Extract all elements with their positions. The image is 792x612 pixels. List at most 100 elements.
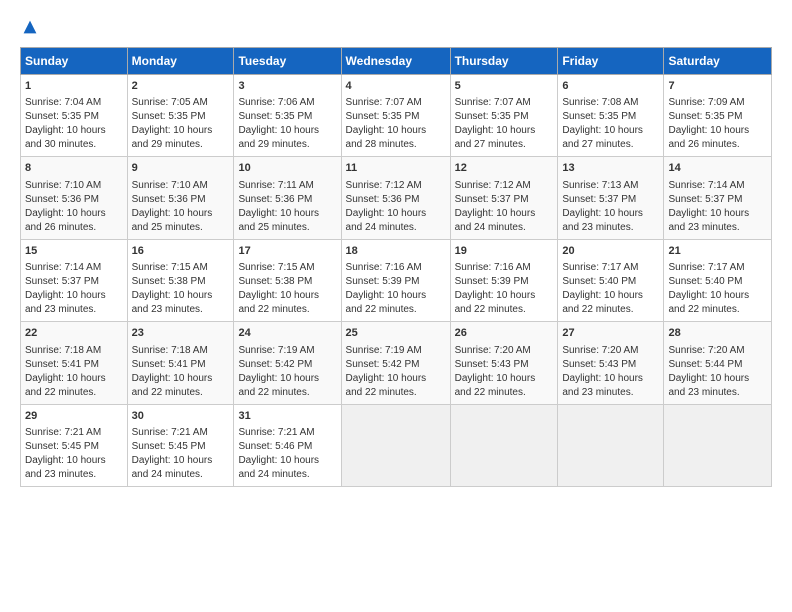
cell-content-line: Sunrise: 7:18 AM: [25, 344, 123, 358]
calendar-week-5: 29Sunrise: 7:21 AMSunset: 5:45 PMDayligh…: [21, 404, 772, 486]
cell-content-line: Daylight: 10 hours and 23 minutes.: [25, 289, 123, 317]
calendar-cell: 21 Sunrise: 7:17 AMSunset: 5:40 PMDayligh…: [664, 239, 772, 321]
day-number: 5: [455, 79, 554, 94]
calendar-cell: 1Sunrise: 7:04 AMSunset: 5:35 PMDaylight…: [21, 75, 128, 157]
day-number: 2: [132, 79, 230, 94]
cell-content-line: Daylight: 10 hours and 23 minutes.: [668, 372, 767, 400]
cell-content-line: Daylight: 10 hours and 23 minutes.: [132, 289, 230, 317]
calendar-week-4: 22Sunrise: 7:18 AMSunset: 5:41 PMDayligh…: [21, 322, 772, 404]
cell-content-line: Sunset: 5:37 PM: [455, 193, 554, 207]
cell-content-line: Sunrise: 7:15 AM: [132, 261, 230, 275]
day-number: 14: [668, 161, 767, 176]
day-number: 26: [455, 326, 554, 341]
cell-content-line: Daylight: 10 hours and 30 minutes.: [25, 124, 123, 152]
header: [20, 16, 772, 37]
cell-content-line: Daylight: 10 hours and 23 minutes.: [562, 207, 659, 235]
cell-content-line: Sunrise: 7:13 AM: [562, 179, 659, 193]
calendar-cell: 9 Sunrise: 7:10 AMSunset: 5:36 PMDaylight…: [127, 157, 234, 239]
cell-content-line: Sunset: 5:44 PM: [668, 358, 767, 372]
calendar-page: SundayMondayTuesdayWednesdayThursdayFrid…: [0, 0, 792, 612]
cell-content-line: Sunrise: 7:12 AM: [346, 179, 446, 193]
cell-content-line: Sunset: 5:43 PM: [455, 358, 554, 372]
cell-content-line: Daylight: 10 hours and 22 minutes.: [238, 289, 336, 317]
cell-content-line: Sunset: 5:38 PM: [132, 275, 230, 289]
day-number: 31: [238, 409, 336, 424]
cell-content-line: Sunset: 5:39 PM: [346, 275, 446, 289]
day-number: 15: [25, 244, 123, 259]
calendar-cell: 27Sunrise: 7:20 AMSunset: 5:43 PMDayligh…: [558, 322, 664, 404]
cell-content-line: Sunset: 5:45 PM: [132, 440, 230, 454]
calendar-week-2: 8Sunrise: 7:10 AMSunset: 5:36 PMDaylight…: [21, 157, 772, 239]
calendar-week-1: 1Sunrise: 7:04 AMSunset: 5:35 PMDaylight…: [21, 75, 772, 157]
cell-content-line: Daylight: 10 hours and 22 minutes.: [132, 372, 230, 400]
cell-content-line: Sunrise: 7:05 AM: [132, 96, 230, 110]
cell-content-line: Sunrise: 7:18 AM: [132, 344, 230, 358]
day-header-sunday: Sunday: [21, 48, 128, 75]
day-number: 3: [238, 79, 336, 94]
day-number: 4: [346, 79, 446, 94]
day-number: 7: [668, 79, 767, 94]
cell-content-line: Sunrise: 7:10 AM: [25, 179, 123, 193]
cell-content-line: Sunrise: 7:20 AM: [668, 344, 767, 358]
day-number: 1: [25, 79, 123, 94]
calendar-cell: 17Sunrise: 7:15 AMSunset: 5:38 PMDayligh…: [234, 239, 341, 321]
cell-content-line: Sunset: 5:35 PM: [132, 110, 230, 124]
calendar-cell: 3Sunrise: 7:06 AMSunset: 5:35 PMDaylight…: [234, 75, 341, 157]
calendar-table: SundayMondayTuesdayWednesdayThursdayFrid…: [20, 47, 772, 487]
logo-text: [20, 16, 38, 37]
cell-content-line: Sunset: 5:35 PM: [562, 110, 659, 124]
day-number: 11: [346, 161, 446, 176]
cell-content-line: Sunrise: 7:21 AM: [132, 426, 230, 440]
calendar-cell: 31Sunrise: 7:21 AMSunset: 5:46 PMDayligh…: [234, 404, 341, 486]
cell-content-line: Sunset: 5:36 PM: [132, 193, 230, 207]
cell-content-line: Daylight: 10 hours and 25 minutes.: [132, 207, 230, 235]
calendar-cell: 5Sunrise: 7:07 AMSunset: 5:35 PMDaylight…: [450, 75, 558, 157]
cell-content-line: Daylight: 10 hours and 26 minutes.: [25, 207, 123, 235]
calendar-cell: [450, 404, 558, 486]
calendar-cell: 13Sunrise: 7:13 AMSunset: 5:37 PMDayligh…: [558, 157, 664, 239]
calendar-cell: 10Sunrise: 7:11 AMSunset: 5:36 PMDayligh…: [234, 157, 341, 239]
day-number: 13: [562, 161, 659, 176]
cell-content-line: Sunset: 5:41 PM: [25, 358, 123, 372]
cell-content-line: Sunset: 5:46 PM: [238, 440, 336, 454]
day-number: 24: [238, 326, 336, 341]
calendar-cell: 2Sunrise: 7:05 AMSunset: 5:35 PMDaylight…: [127, 75, 234, 157]
cell-content-line: Daylight: 10 hours and 23 minutes.: [562, 372, 659, 400]
cell-content-line: Daylight: 10 hours and 22 minutes.: [668, 289, 767, 317]
cell-content-line: Daylight: 10 hours and 25 minutes.: [238, 207, 336, 235]
cell-content-line: Sunset: 5:35 PM: [25, 110, 123, 124]
calendar-header: SundayMondayTuesdayWednesdayThursdayFrid…: [21, 48, 772, 75]
day-number: 21: [668, 244, 767, 259]
cell-content-line: Sunrise: 7:16 AM: [346, 261, 446, 275]
logo-icon: [22, 19, 38, 35]
cell-content-line: Sunrise: 7:10 AM: [132, 179, 230, 193]
day-number: 9: [132, 161, 230, 176]
cell-content-line: Daylight: 10 hours and 28 minutes.: [346, 124, 446, 152]
cell-content-line: Sunrise: 7:15 AM: [238, 261, 336, 275]
cell-content-line: Sunrise: 7:19 AM: [346, 344, 446, 358]
calendar-week-3: 15Sunrise: 7:14 AMSunset: 5:37 PMDayligh…: [21, 239, 772, 321]
calendar-cell: 12 Sunrise: 7:12 AMSunset: 5:37 PMDayligh…: [450, 157, 558, 239]
calendar-cell: 11Sunrise: 7:12 AMSunset: 5:36 PMDayligh…: [341, 157, 450, 239]
day-number: 25: [346, 326, 446, 341]
cell-content-line: Daylight: 10 hours and 22 minutes.: [562, 289, 659, 317]
header-row: SundayMondayTuesdayWednesdayThursdayFrid…: [21, 48, 772, 75]
cell-content-line: Sunset: 5:37 PM: [25, 275, 123, 289]
day-number: 12: [455, 161, 554, 176]
calendar-cell: 20Sunrise: 7:17 AMSunset: 5:40 PMDayligh…: [558, 239, 664, 321]
cell-content-line: Daylight: 10 hours and 22 minutes.: [455, 372, 554, 400]
cell-content-line: Sunrise: 7:17 AM: [668, 261, 767, 275]
cell-content-line: Daylight: 10 hours and 23 minutes.: [668, 207, 767, 235]
cell-content-line: Sunset: 5:40 PM: [668, 275, 767, 289]
cell-content-line: Sunrise: 7:06 AM: [238, 96, 336, 110]
day-number: 17: [238, 244, 336, 259]
cell-content-line: Sunrise: 7:14 AM: [668, 179, 767, 193]
day-number: 20: [562, 244, 659, 259]
cell-content-line: Sunset: 5:37 PM: [668, 193, 767, 207]
cell-content-line: Daylight: 10 hours and 24 minutes.: [455, 207, 554, 235]
day-header-saturday: Saturday: [664, 48, 772, 75]
cell-content-line: Daylight: 10 hours and 27 minutes.: [562, 124, 659, 152]
cell-content-line: Daylight: 10 hours and 23 minutes.: [25, 454, 123, 482]
cell-content-line: Sunrise: 7:12 AM: [455, 179, 554, 193]
day-number: 8: [25, 161, 123, 176]
